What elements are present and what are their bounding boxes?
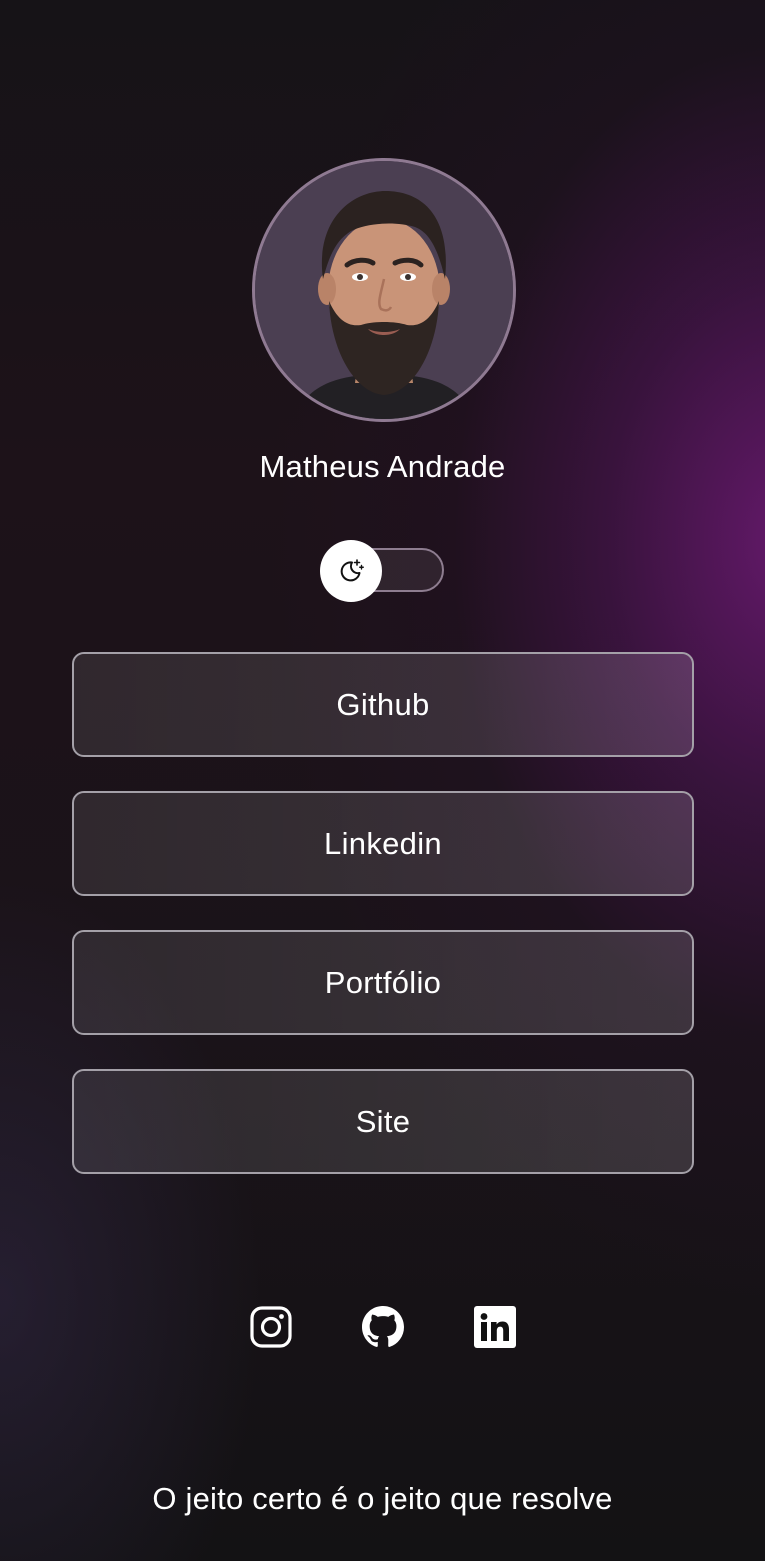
github-icon[interactable] [362,1306,404,1348]
toggle-knob[interactable] [320,540,382,602]
theme-toggle[interactable] [320,540,446,602]
avatar [252,158,516,422]
instagram-icon[interactable] [250,1306,292,1348]
profile-name: Matheus Andrade [259,449,506,484]
footer-quote: O jeito certo é o jeito que resolve [152,1481,613,1516]
portfolio-link-button[interactable]: Portfólio [72,930,694,1035]
linkedin-link-button[interactable]: Linkedin [72,791,694,896]
linkedin-icon[interactable] [474,1306,516,1348]
profile-photo [255,161,513,419]
moon-stars-icon [340,559,364,582]
github-link-button[interactable]: Github [72,652,694,757]
site-link-button[interactable]: Site [72,1069,694,1174]
